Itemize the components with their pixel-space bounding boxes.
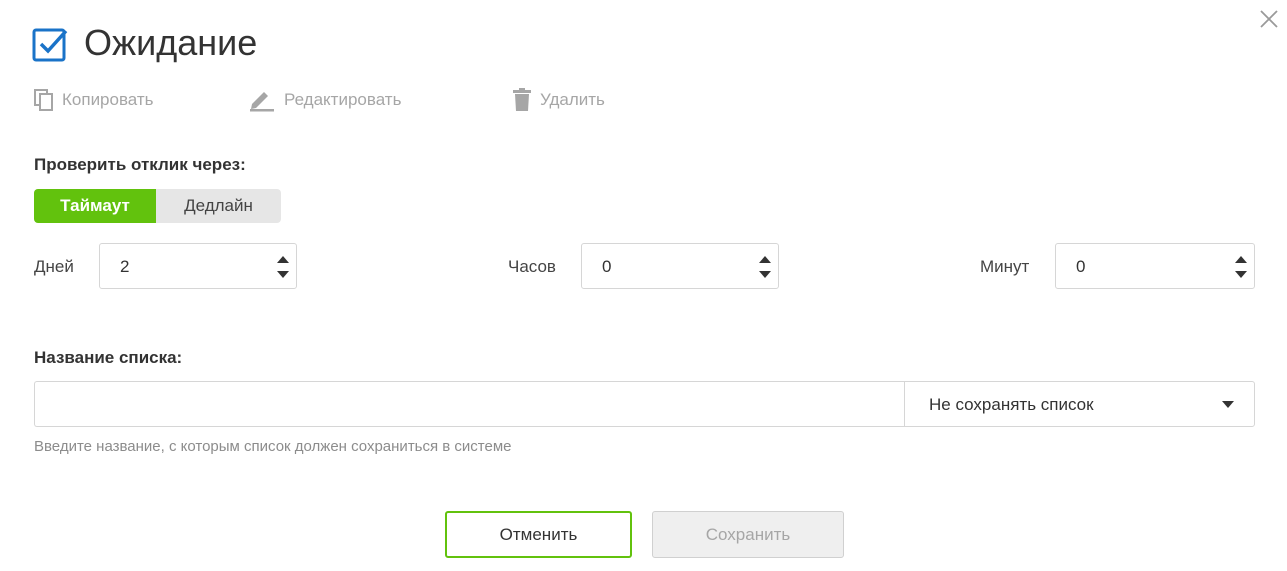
chevron-down-icon — [1222, 401, 1234, 408]
trash-icon — [513, 88, 531, 111]
list-save-select[interactable]: Не сохранять список — [904, 381, 1255, 427]
spinner-arrows-icon[interactable] — [757, 253, 773, 281]
hours-stepper[interactable]: 0 — [581, 243, 779, 289]
hours-label: Часов — [508, 257, 556, 276]
list-save-select-value: Не сохранять список — [929, 395, 1094, 414]
pencil-icon — [250, 92, 274, 112]
days-stepper[interactable]: 2 — [99, 243, 297, 289]
days-label: Дней — [34, 257, 74, 276]
delete-label: Удалить — [540, 90, 605, 109]
edit-label: Редактировать — [284, 90, 402, 109]
response-mode-toggle: Таймаут Дедлайн — [34, 189, 281, 223]
copy-label: Копировать — [62, 90, 154, 109]
timeout-option[interactable]: Таймаут — [34, 189, 156, 223]
dialog-title: Ожидание — [84, 22, 258, 63]
checkbox-checked-icon — [32, 26, 68, 62]
hours-value: 0 — [602, 257, 612, 276]
save-button[interactable]: Сохранить — [652, 511, 844, 558]
copy-button[interactable]: Копировать — [34, 88, 154, 112]
minutes-value: 0 — [1076, 257, 1086, 276]
list-name-hint: Введите название, с которым список долже… — [34, 438, 512, 455]
spinner-arrows-icon[interactable] — [275, 253, 291, 281]
minutes-label: Минут — [980, 257, 1030, 276]
edit-button[interactable]: Редактировать — [248, 88, 401, 112]
list-name-label: Название списка: — [34, 348, 183, 367]
deadline-option[interactable]: Дедлайн — [156, 189, 281, 223]
list-name-input[interactable] — [34, 381, 905, 427]
close-button[interactable] — [1258, 8, 1280, 30]
cancel-button[interactable]: Отменить — [445, 511, 632, 558]
spinner-arrows-icon[interactable] — [1233, 253, 1249, 281]
copy-icon — [34, 89, 53, 111]
response-check-label: Проверить отклик через: — [34, 155, 246, 174]
minutes-stepper[interactable]: 0 — [1055, 243, 1255, 289]
close-icon — [1260, 10, 1278, 28]
days-value: 2 — [120, 257, 130, 276]
delete-button[interactable]: Удалить — [512, 88, 605, 112]
